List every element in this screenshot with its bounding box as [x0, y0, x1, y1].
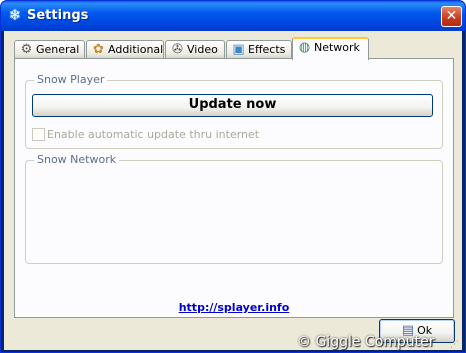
auto-update-label: Enable automatic update thru internet [47, 128, 260, 141]
film-reel-icon: ✇ [172, 42, 183, 57]
website-link[interactable]: http://splayer.info [15, 301, 453, 314]
tab-video[interactable]: ✇ Video [165, 40, 225, 59]
window-title: Settings [27, 8, 89, 23]
auto-update-checkbox[interactable] [32, 128, 45, 141]
paint-icon: ✿ [93, 42, 104, 57]
effects-icon: ▣ [232, 42, 245, 57]
close-button[interactable]: ✕ [441, 6, 462, 27]
network-tab-panel: Snow Player Update now Enable automatic … [14, 58, 454, 318]
update-now-button[interactable]: Update now [32, 94, 433, 117]
tab-network[interactable]: ◍ Network [292, 37, 369, 60]
watermark: © Giggle Computer [297, 334, 435, 350]
tab-effects[interactable]: ▣ Effects [226, 40, 292, 59]
settings-window: ❄ Settings ✕ ⚙ General ✿ Additional ✇ Vi… [0, 0, 466, 353]
tab-label: General [36, 43, 80, 56]
snowflake-icon: ❄ [8, 6, 22, 24]
title-bar[interactable]: ❄ Settings ✕ [1, 1, 465, 31]
tab-label: Network [314, 41, 360, 54]
snow-player-group-title: Snow Player [34, 73, 108, 86]
globe-icon: ◍ [298, 40, 311, 55]
tab-label: Video [187, 43, 218, 56]
snow-network-group-title: Snow Network [34, 153, 120, 166]
snow-player-group: Snow Player Update now Enable automatic … [25, 73, 443, 149]
resize-grip[interactable]: ⋰ [450, 340, 460, 350]
tab-label: Additional [108, 43, 164, 56]
snow-network-group: Snow Network [25, 153, 443, 264]
tab-additional[interactable]: ✿ Additional [86, 40, 164, 59]
gear-icon: ⚙ [20, 42, 33, 57]
tab-general[interactable]: ⚙ General [14, 40, 85, 59]
dialog-client-area: ⚙ General ✿ Additional ✇ Video ▣ Effects… [4, 31, 462, 350]
tab-label: Effects [248, 43, 286, 56]
